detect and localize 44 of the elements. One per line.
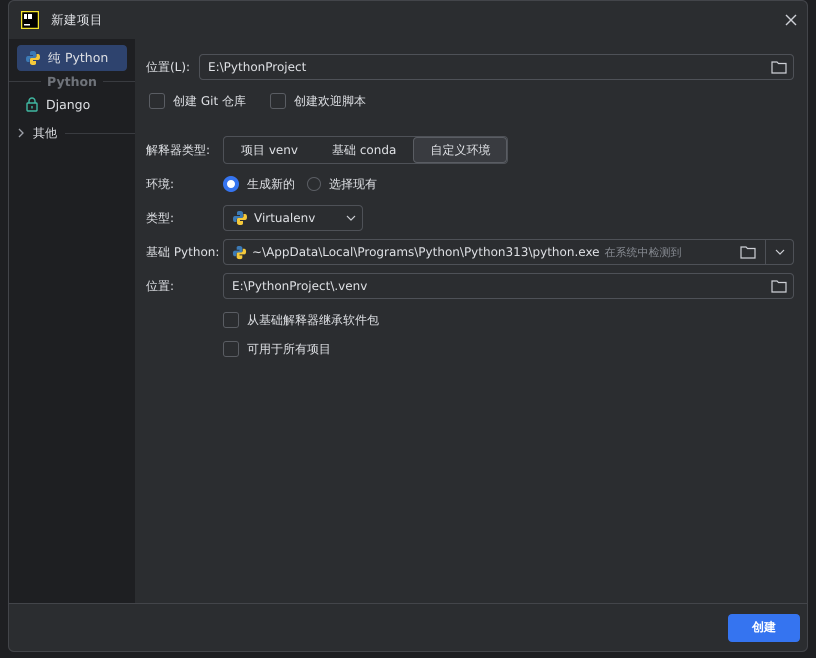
chevron-down-icon xyxy=(346,215,356,221)
radio-label: 生成新的 xyxy=(247,176,295,192)
python-icon xyxy=(25,50,41,66)
checkbox-label: 创建欢迎脚本 xyxy=(294,92,366,110)
base-python-combobox[interactable]: ~\AppData\Local\Programs\Python\Python313\python.exe 在系统中检测到 xyxy=(223,239,794,265)
checkbox[interactable] xyxy=(149,93,165,109)
window-title: 新建项目 xyxy=(51,12,104,28)
segment-tab[interactable]: 基础 conda xyxy=(315,137,414,163)
checkbox[interactable] xyxy=(223,341,239,357)
field-label: 类型: xyxy=(146,210,176,226)
sidebar-item[interactable]: Django xyxy=(17,91,127,117)
sidebar-group[interactable]: 其他 xyxy=(33,124,57,142)
segment-tab[interactable]: 项目 venv xyxy=(224,137,316,163)
location-field[interactable]: E:\PythonProject xyxy=(199,54,794,80)
checkbox[interactable] xyxy=(223,312,239,328)
checkbox-label: 创建 Git 仓库 xyxy=(173,92,246,110)
python-icon xyxy=(232,210,248,226)
checkbox-label: 从基础解释器继承软件包 xyxy=(247,312,379,328)
segment-tab[interactable]: 自定义环境 xyxy=(413,137,508,163)
lock-icon xyxy=(25,96,39,112)
venv-location-field[interactable]: E:\PythonProject\.venv xyxy=(223,273,794,299)
python-icon xyxy=(232,244,247,260)
radio-label: 选择现有 xyxy=(329,176,377,192)
folder-icon[interactable] xyxy=(771,60,787,74)
field-label: 环境: xyxy=(146,176,176,192)
folder-icon[interactable] xyxy=(771,279,787,293)
radio-button[interactable] xyxy=(223,176,239,192)
field-label: 位置(L): xyxy=(146,58,192,76)
group-heading: Python xyxy=(41,74,103,88)
chevron-down-icon[interactable] xyxy=(775,249,785,255)
field-label: 位置: xyxy=(146,278,176,294)
app-logo-icon xyxy=(21,11,39,29)
field-label: 基础 Python: xyxy=(146,244,220,260)
folder-icon[interactable] xyxy=(740,245,756,259)
chevron-icon[interactable] xyxy=(17,128,25,138)
checkbox-label: 可用于所有项目 xyxy=(247,340,331,358)
sidebar-item[interactable]: 纯 Python xyxy=(17,45,127,71)
detected-hint: 在系统中检测到 xyxy=(604,244,682,260)
create-button[interactable]: 创建 xyxy=(728,614,800,642)
checkbox[interactable] xyxy=(270,93,286,109)
radio-button[interactable] xyxy=(307,177,321,191)
field-label: 解释器类型: xyxy=(146,142,212,158)
type-dropdown[interactable]: Virtualenv xyxy=(223,205,363,231)
close-icon[interactable] xyxy=(785,14,797,26)
